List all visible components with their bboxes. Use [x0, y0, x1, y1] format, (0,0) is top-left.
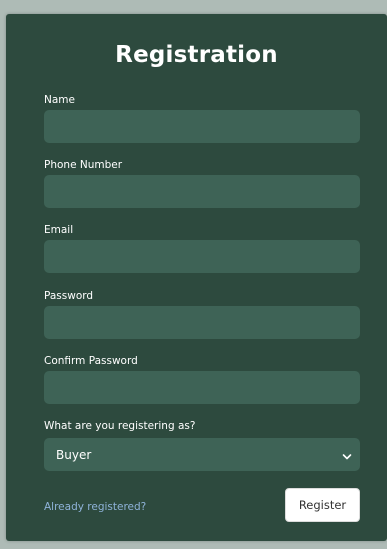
register-button[interactable]: Register: [285, 488, 360, 522]
name-label: Name: [44, 94, 75, 106]
role-label: What are you registering as?: [44, 420, 196, 432]
email-field[interactable]: [44, 240, 360, 273]
confirm-password-field[interactable]: [44, 371, 360, 404]
password-field[interactable]: [44, 306, 360, 339]
registration-card: Registration Name Phone Number Email Pas…: [6, 14, 387, 541]
password-label: Password: [44, 290, 94, 302]
role-select-value: Buyer: [56, 447, 92, 462]
role-select[interactable]: Buyer: [44, 438, 360, 471]
page-title: Registration: [115, 42, 278, 68]
chevron-down-icon: [342, 450, 352, 460]
name-field[interactable]: [44, 110, 360, 143]
already-registered-link[interactable]: Already registered?: [44, 501, 146, 513]
registration-page: Registration Name Phone Number Email Pas…: [0, 0, 387, 549]
phone-number-field[interactable]: [44, 175, 360, 208]
email-label: Email: [44, 224, 74, 236]
phone-number-label: Phone Number: [44, 159, 123, 171]
confirm-password-label: Confirm Password: [44, 355, 138, 367]
